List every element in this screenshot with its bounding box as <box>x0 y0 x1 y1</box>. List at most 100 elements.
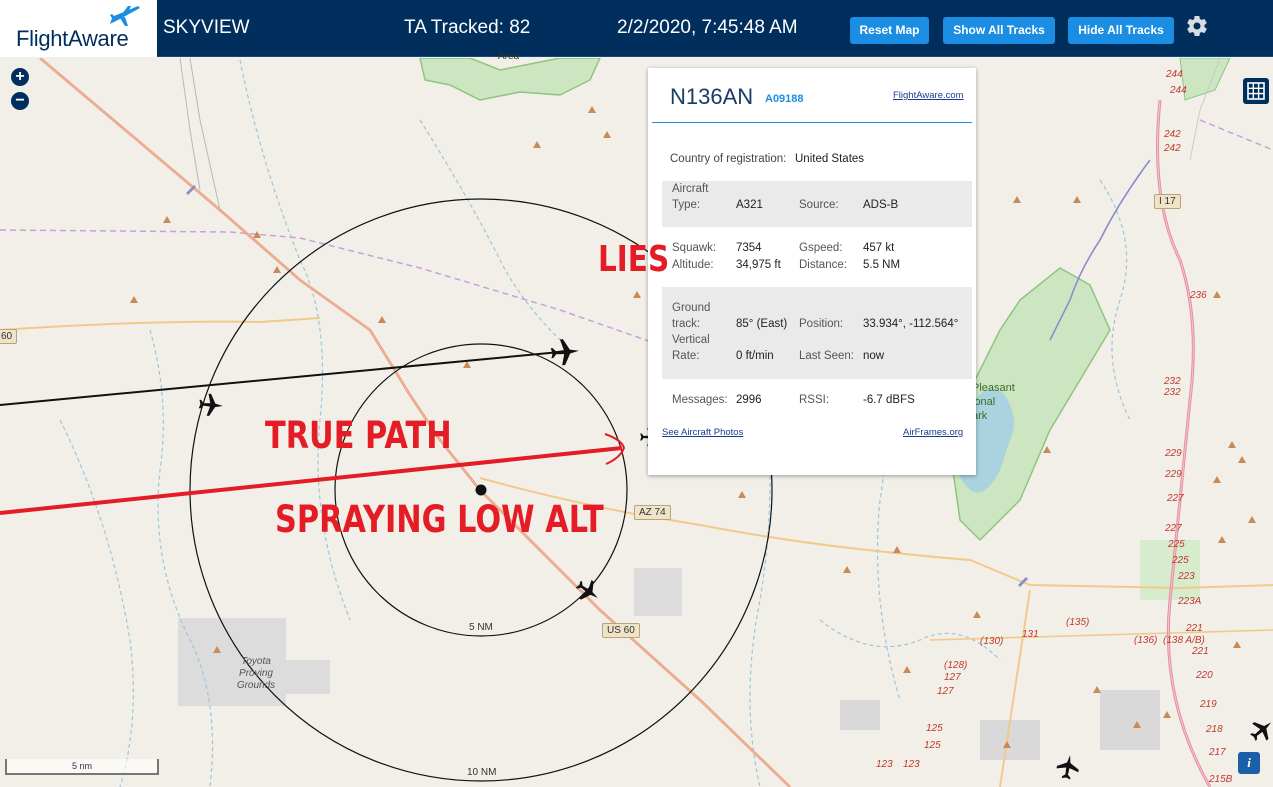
aircraft-detail-panel: N136AN A09188 FlightAware.com Country of… <box>648 68 976 475</box>
road-number: 123 <box>876 759 893 770</box>
country-label: Country of registration: <box>670 153 787 165</box>
road-number: 220 <box>1196 670 1213 681</box>
type-label-line1: Aircraft <box>672 183 709 195</box>
country-value: United States <box>795 153 865 165</box>
gspeed-value: 457 kt <box>863 242 895 254</box>
source-label: Source: <box>799 199 839 211</box>
road-number: 131 <box>1022 629 1039 640</box>
admin-boundary <box>0 229 661 346</box>
track-label-line2: track: <box>672 318 701 330</box>
road-number: 225 <box>1172 555 1189 566</box>
logo-plane-icon <box>110 6 140 26</box>
squawk-label: Squawk: <box>672 242 717 254</box>
map-base-layer <box>0 58 1273 787</box>
reset-map-button[interactable]: Reset Map <box>850 17 929 44</box>
road-number: (138 A/B) <box>1163 635 1205 646</box>
route-shield-i17: I 17 <box>1154 194 1181 209</box>
zoom-out-button[interactable]: − <box>11 92 29 110</box>
map-label-area: Area <box>498 51 520 62</box>
developed-area <box>840 700 880 730</box>
distance-label: Distance: <box>799 259 847 271</box>
lastseen-label: Last Seen: <box>799 350 854 362</box>
route-shield-us60: US 60 <box>602 623 640 638</box>
ring-label-10nm: 10 NM <box>467 767 497 778</box>
road-number: (130) <box>980 636 1004 647</box>
track-label-line1: Ground <box>672 302 711 314</box>
aircraft-photos-link[interactable]: See Aircraft Photos <box>662 427 743 438</box>
annotation-spraying: SPRAYING LOW ALT <box>275 498 604 541</box>
road-number: 123 <box>903 759 920 770</box>
messages-label: Messages: <box>672 394 728 406</box>
tracked-count: TA Tracked: 82 <box>404 17 531 38</box>
position-value: 33.934°, -112.564° <box>863 318 959 330</box>
clock: 2/2/2020, 7:45:48 AM <box>617 17 798 38</box>
scale-bar: 5 nm <box>5 759 159 775</box>
altitude-label: Altitude: <box>672 259 714 271</box>
developed-area <box>1100 690 1160 750</box>
road-number: 242 <box>1164 143 1181 154</box>
annotation-lies: LIES <box>598 239 670 280</box>
road-number: 227 <box>1167 493 1184 504</box>
vrate-label-line2: Rate: <box>672 350 700 362</box>
selected-aircraft-icon <box>550 339 579 366</box>
info-icon[interactable]: i <box>1238 752 1260 774</box>
app-title: SKYVIEW <box>163 17 250 38</box>
road-number: 127 <box>937 686 954 697</box>
annotation-true-path: TRUE PATH <box>265 414 452 457</box>
road-number: 236 <box>1190 290 1207 301</box>
panel-divider <box>652 122 972 123</box>
skyview-app: FlightAware SKYVIEW TA Tracked: 82 2/2/2… <box>0 0 1273 787</box>
receiver-location <box>475 484 487 496</box>
road-number: 227 <box>1165 523 1182 534</box>
road-number: 223 <box>1178 571 1195 582</box>
map-label-park-1: Pleasant <box>972 382 1015 394</box>
distance-value: 5.5 NM <box>863 259 901 271</box>
aircraft-registration: N136AN <box>670 84 754 109</box>
road-number: 221 <box>1186 623 1203 634</box>
rssi-value: -6.7 dBFS <box>863 394 915 406</box>
road-number: 218 <box>1206 724 1223 735</box>
road-number: 125 <box>924 740 941 751</box>
road-number: 242 <box>1164 129 1181 140</box>
road-number: 244 <box>1170 85 1187 96</box>
aircraft-icon <box>575 579 598 600</box>
road-number: 229 <box>1165 448 1182 459</box>
type-value: A321 <box>736 199 763 211</box>
map-canvas[interactable]: + − Area Toyota Proving Grounds Pleasant… <box>0 51 1273 787</box>
airframes-link[interactable]: AirFrames.org <box>903 427 963 438</box>
route-shield-az74: AZ 74 <box>634 505 671 520</box>
road-number: 229 <box>1165 469 1182 480</box>
aircraft-icon <box>1250 722 1272 741</box>
route-shield-60: 60 <box>0 329 18 344</box>
zoom-in-button[interactable]: + <box>11 68 29 86</box>
road-number: 217 <box>1209 747 1226 758</box>
park-area <box>1179 58 1231 101</box>
top-bar: FlightAware SKYVIEW TA Tracked: 82 2/2/2… <box>0 0 1273 57</box>
vrate-label-line1: Vertical <box>672 334 710 346</box>
flightaware-link[interactable]: FlightAware.com <box>893 90 964 101</box>
track-value: 85° (East) <box>736 318 788 330</box>
aircraft-hex-code: A09188 <box>765 93 804 105</box>
map-layers-button[interactable] <box>1243 78 1269 104</box>
road-number: 127 <box>944 672 961 683</box>
aircraft-track <box>0 351 561 406</box>
aircraft-icon <box>198 393 223 416</box>
admin-boundary <box>1199 119 1273 151</box>
road-number: 215B <box>1209 774 1233 785</box>
aircraft-icon <box>1056 755 1079 780</box>
source-value: ADS-B <box>863 199 899 211</box>
show-all-tracks-button[interactable]: Show All Tracks <box>943 17 1055 44</box>
ring-label-5nm: 5 NM <box>469 622 493 633</box>
road-number: 225 <box>1168 539 1185 550</box>
developed-area <box>286 660 330 694</box>
position-label: Position: <box>799 318 844 330</box>
gspeed-label: Gspeed: <box>799 242 843 254</box>
road-number: 223A <box>1178 596 1202 607</box>
gear-icon[interactable] <box>1185 14 1209 38</box>
hide-all-tracks-button[interactable]: Hide All Tracks <box>1068 17 1174 44</box>
rssi-label: RSSI: <box>799 394 830 406</box>
type-label-line2: Type: <box>672 199 701 211</box>
flightaware-logo[interactable]: FlightAware <box>0 0 157 57</box>
road-number: 232 <box>1164 376 1181 387</box>
road-number: (128) <box>944 660 968 671</box>
